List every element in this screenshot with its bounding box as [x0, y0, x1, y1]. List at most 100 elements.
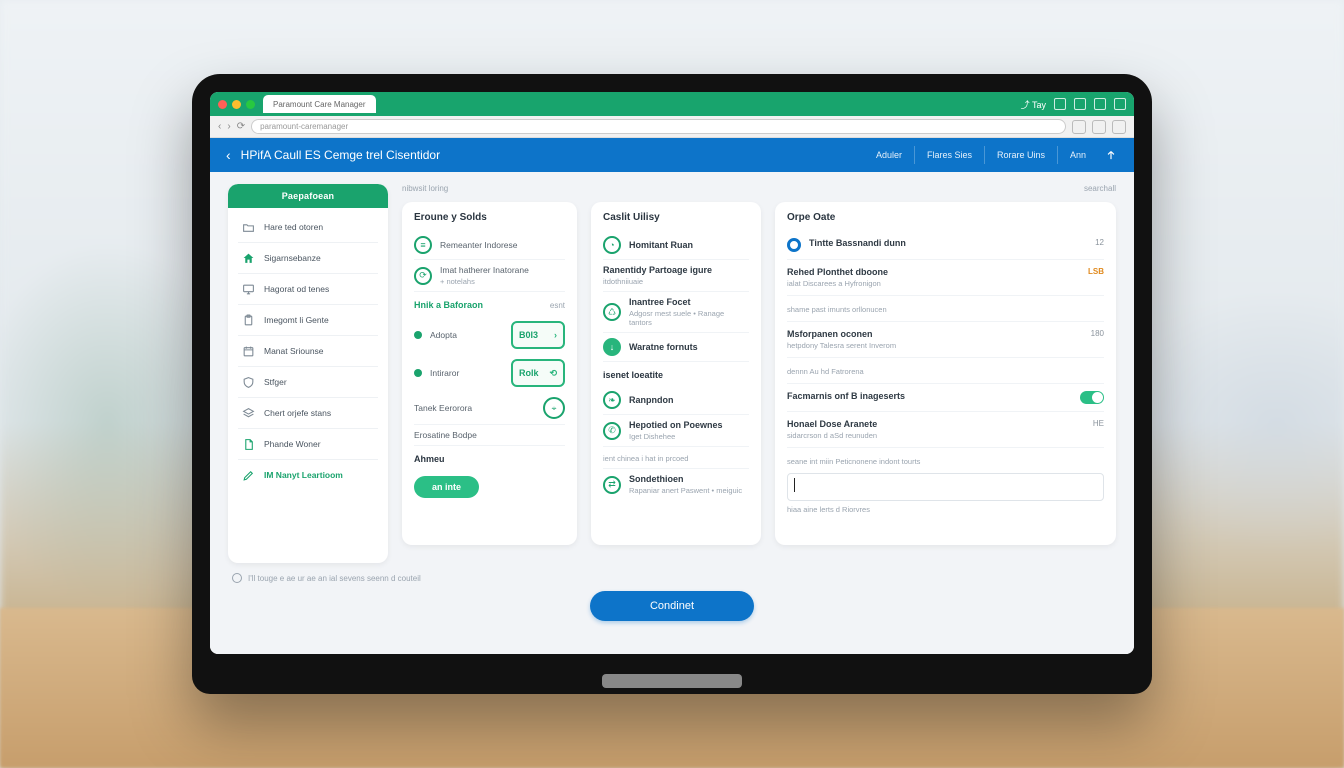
detail-value: 180: [1091, 329, 1104, 338]
share-icon[interactable]: [1104, 148, 1118, 162]
sidebar-item-0[interactable]: Hare ted otoren: [238, 212, 378, 243]
detail-row[interactable]: Tintte Bassnandi dunn 12: [787, 231, 1104, 260]
sidebar-item-label: Chert orjefe stans: [264, 408, 331, 418]
breadcrumb: nibwsit loring searchall: [402, 184, 1116, 196]
list-item: ient chinea i hat in prcoed: [603, 447, 749, 469]
toggle-switch[interactable]: [1080, 391, 1104, 404]
sidebar-item-1[interactable]: Sigarnsebanze: [238, 243, 378, 274]
panel-details: Orpe Oate Tintte Bassnandi dunn 12 Rehed…: [775, 202, 1116, 545]
sidebar-heading: Paepafoean: [228, 184, 388, 208]
value-chip[interactable]: B0I3 ›: [511, 321, 565, 349]
panel-title: Caslit Uilisy: [603, 212, 749, 223]
sidebar-item-3[interactable]: Imegomt li Gente: [238, 305, 378, 336]
sidebar-item-2[interactable]: Hagorat od tenes: [238, 274, 378, 305]
nav-reload-icon[interactable]: ⟳: [237, 121, 245, 132]
edit-icon: [240, 467, 256, 483]
sidebar-list: Hare ted otoren Sigarnsebanze Hagorat od…: [228, 208, 388, 496]
detail-row[interactable]: Msforpanen oconen hetpdony Talesra seren…: [787, 322, 1104, 358]
chip-value: Rolk: [519, 368, 539, 378]
list-item[interactable]: ⇄ Sondethioen Rapaniar anert Paswent • m…: [603, 469, 749, 500]
url-input[interactable]: [251, 119, 1066, 134]
toolbar-icon-2[interactable]: [1074, 98, 1086, 110]
monitor-icon: [240, 281, 256, 297]
option-sub: + notelahs: [440, 277, 529, 286]
sidebar-item-5[interactable]: Stfger: [238, 367, 378, 398]
continue-button[interactable]: Condinet: [590, 591, 754, 621]
nav-back-icon[interactable]: ‹: [218, 121, 221, 132]
footer: I'll touge e ae ur ae an ial sevens seen…: [228, 573, 1116, 640]
option-label: Imat hatherer Inatorane: [440, 265, 529, 275]
setting-row[interactable]: Tanek Eerorora ⌖: [414, 392, 565, 425]
nav-link-3[interactable]: Ann: [1057, 146, 1098, 164]
add-action-button[interactable]: an inte: [414, 476, 479, 498]
detail-row[interactable]: Rehed Plonthet dboone ialat Discarees a …: [787, 260, 1104, 296]
detail-title: Honael Dose Aranete: [787, 419, 1085, 429]
setting-row[interactable]: Erosatine Bodpe: [414, 425, 565, 446]
nav-forward-icon[interactable]: ›: [227, 121, 230, 132]
value-chip[interactable]: Rolk ⟲: [511, 359, 565, 387]
maximize-window-icon[interactable]: [246, 100, 255, 109]
choice-row[interactable]: Adopta B0I3 ›: [414, 316, 565, 354]
sidebar-item-label: Hare ted otoren: [264, 222, 323, 232]
breadcrumb-right[interactable]: searchall: [1084, 184, 1116, 196]
section-badge: esnt: [550, 301, 565, 310]
sidebar-item-8[interactable]: IM Nanyt Leartioom: [238, 460, 378, 490]
option-label: Remeanter Indorese: [440, 240, 518, 250]
breadcrumb-left: nibwsit loring: [402, 184, 448, 196]
notes-input[interactable]: [787, 473, 1104, 501]
list-item[interactable]: ✆ Hepotied on Poewnes Iget Dishehee: [603, 415, 749, 447]
agree-row[interactable]: I'll touge e ae ur ae an ial sevens seen…: [232, 573, 421, 583]
leaf-icon: ❧: [603, 391, 621, 409]
sidebar-item-label: Phande Woner: [264, 439, 321, 449]
list-item[interactable]: ◔ Homitant Ruan: [603, 231, 749, 260]
detail-row[interactable]: Honael Dose Aranete sidarcrson d aSd reu…: [787, 412, 1104, 448]
app-header: ‹ HPifA Caull ES Cemge trel Cisentidor A…: [210, 138, 1134, 172]
addr-tool-3-icon[interactable]: [1112, 120, 1126, 134]
item-title: Sondethioen: [629, 474, 742, 484]
minimize-window-icon[interactable]: [232, 100, 241, 109]
list-item[interactable]: ↓ Waratne fornuts: [603, 333, 749, 362]
option-row[interactable]: ⟳ Imat hatherer Inatorane + notelahs: [414, 260, 565, 292]
agree-radio-icon[interactable]: [232, 573, 242, 583]
setting-label: Tanek Eerorora: [414, 403, 472, 413]
refresh-icon: ⟳: [414, 267, 432, 285]
detail-title: Msforpanen oconen: [787, 329, 1083, 339]
toolbar-tag-icon[interactable]: ⤴ Tay: [1021, 98, 1046, 111]
home-icon: [240, 250, 256, 266]
item-sub: Adgosr mest suele • Ranage tantors: [629, 309, 749, 327]
folder-icon: [240, 219, 256, 235]
detail-title: Facmarnis onf B inageserts: [787, 391, 1072, 401]
clock-icon: ◔: [603, 236, 621, 254]
nav-link-1[interactable]: Flares Sies: [914, 146, 984, 164]
nav-link-0[interactable]: Aduler: [864, 146, 914, 164]
config-icon[interactable]: ⌖: [543, 397, 565, 419]
panel-utility: Caslit Uilisy ◔ Homitant Ruan Ranentidy …: [591, 202, 761, 545]
choice-label: Adopta: [430, 330, 457, 340]
sidebar-item-7[interactable]: Phande Woner: [238, 429, 378, 460]
addr-tool-2-icon[interactable]: [1092, 120, 1106, 134]
calendar-icon: [240, 343, 256, 359]
toolbar-icon-3[interactable]: [1094, 98, 1106, 110]
addr-tool-1-icon[interactable]: [1072, 120, 1086, 134]
header-back-icon[interactable]: ‹: [226, 147, 231, 163]
list-item[interactable]: ♺ Inantree Focet Adgosr mest suele • Ran…: [603, 292, 749, 333]
detail-sub: seane int miin Peticnonene indont tourts: [787, 457, 1104, 466]
close-window-icon[interactable]: [218, 100, 227, 109]
toolbar-icon-1[interactable]: [1054, 98, 1066, 110]
sidebar-item-4[interactable]: Manat Sriounse: [238, 336, 378, 367]
option-row[interactable]: ≡ Remeanter Indorese: [414, 231, 565, 260]
detail-title: Rehed Plonthet dboone: [787, 267, 1080, 277]
clipboard-icon: [240, 312, 256, 328]
sidebar-item-label: Sigarnsebanze: [264, 253, 321, 263]
notes-hint: hiaa aine lerts d Riorvres: [787, 505, 1104, 514]
list-item[interactable]: ❧ Ranpndon: [603, 386, 749, 415]
detail-row[interactable]: Facmarnis onf B inageserts: [787, 384, 1104, 412]
nav-link-2[interactable]: Rorare Uins: [984, 146, 1057, 164]
choice-row[interactable]: Intiraror Rolk ⟲: [414, 354, 565, 392]
toolbar-icon-4[interactable]: [1114, 98, 1126, 110]
browser-tab[interactable]: Paramount Care Manager: [263, 95, 376, 113]
item-sub: Iget Dishehee: [629, 432, 723, 441]
list-item[interactable]: Ranentidy Partoage igure itdothniiuaie: [603, 260, 749, 292]
sidebar-item-6[interactable]: Chert orjefe stans: [238, 398, 378, 429]
detail-value: 12: [1095, 238, 1104, 247]
